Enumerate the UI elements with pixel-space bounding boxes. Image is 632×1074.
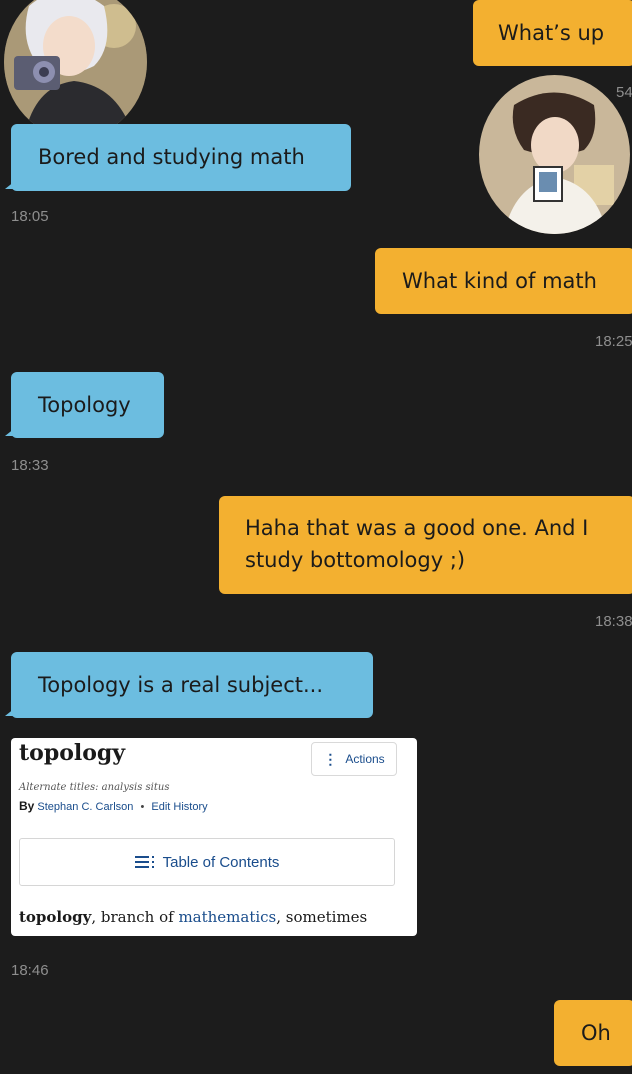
author-link[interactable]: Stephan C. Carlson bbox=[37, 801, 133, 813]
article-snippet: topology, branch of mathematics, sometim… bbox=[19, 908, 367, 926]
message-timestamp: 18:05 bbox=[11, 208, 49, 225]
message-text-line: study bottomology ;) bbox=[245, 548, 466, 572]
message-timestamp: 18:38 bbox=[595, 613, 632, 630]
alternate-titles: Alternate titles: analysis situs bbox=[19, 782, 170, 793]
message-bubble-outgoing[interactable]: What’s up bbox=[473, 0, 632, 66]
toc-label: Table of Contents bbox=[162, 853, 280, 871]
message-text: Bored and studying math bbox=[38, 145, 305, 169]
message-text: What’s up bbox=[498, 21, 605, 45]
table-of-contents-button[interactable]: Table of Contents bbox=[19, 838, 395, 886]
contact-avatar[interactable] bbox=[4, 0, 147, 138]
snippet-text: , branch of bbox=[91, 908, 179, 926]
message-bubble-outgoing[interactable]: What kind of math bbox=[375, 248, 632, 314]
actions-button[interactable]: ⋮ Actions bbox=[311, 742, 397, 776]
message-timestamp: 18:33 bbox=[11, 457, 49, 474]
shared-screenshot-image[interactable]: topology ⋮ Actions Alternate titles: ana… bbox=[11, 738, 417, 936]
message-bubble-incoming[interactable]: Topology bbox=[5, 372, 164, 438]
edit-history-link[interactable]: Edit History bbox=[151, 801, 207, 813]
message-bubble-incoming[interactable]: Topology is a real subject... bbox=[5, 652, 373, 718]
byline: By Stephan C. Carlson • Edit History bbox=[19, 799, 208, 813]
article-title: topology bbox=[19, 740, 126, 766]
message-timestamp: 54 bbox=[616, 84, 632, 101]
kebab-menu-icon: ⋮ bbox=[323, 750, 338, 767]
user-avatar[interactable] bbox=[479, 75, 630, 234]
message-text: What kind of math bbox=[402, 269, 597, 293]
message-timestamp: 18:25 bbox=[595, 333, 632, 350]
message-timestamp: 18:46 bbox=[11, 962, 49, 979]
list-icon bbox=[134, 856, 154, 868]
by-label: By bbox=[19, 799, 35, 813]
message-text: Topology bbox=[38, 393, 131, 417]
message-bubble-outgoing[interactable]: Haha that was a good one. And I study bo… bbox=[219, 496, 632, 594]
snippet-text: , sometimes bbox=[276, 908, 368, 926]
snippet-bold: topology bbox=[19, 908, 92, 926]
actions-label: Actions bbox=[345, 752, 385, 766]
mathematics-link[interactable]: mathematics bbox=[178, 908, 276, 926]
message-text: Topology is a real subject... bbox=[38, 673, 324, 697]
separator-dot: • bbox=[140, 801, 145, 813]
avatar-illustration bbox=[4, 0, 147, 138]
avatar-illustration bbox=[479, 75, 630, 234]
message-bubble-outgoing[interactable]: Oh bbox=[554, 1000, 632, 1066]
message-text-line: Haha that was a good one. And I bbox=[245, 516, 589, 540]
message-text: Oh bbox=[581, 1021, 611, 1045]
message-bubble-incoming[interactable]: Bored and studying math bbox=[5, 124, 351, 191]
